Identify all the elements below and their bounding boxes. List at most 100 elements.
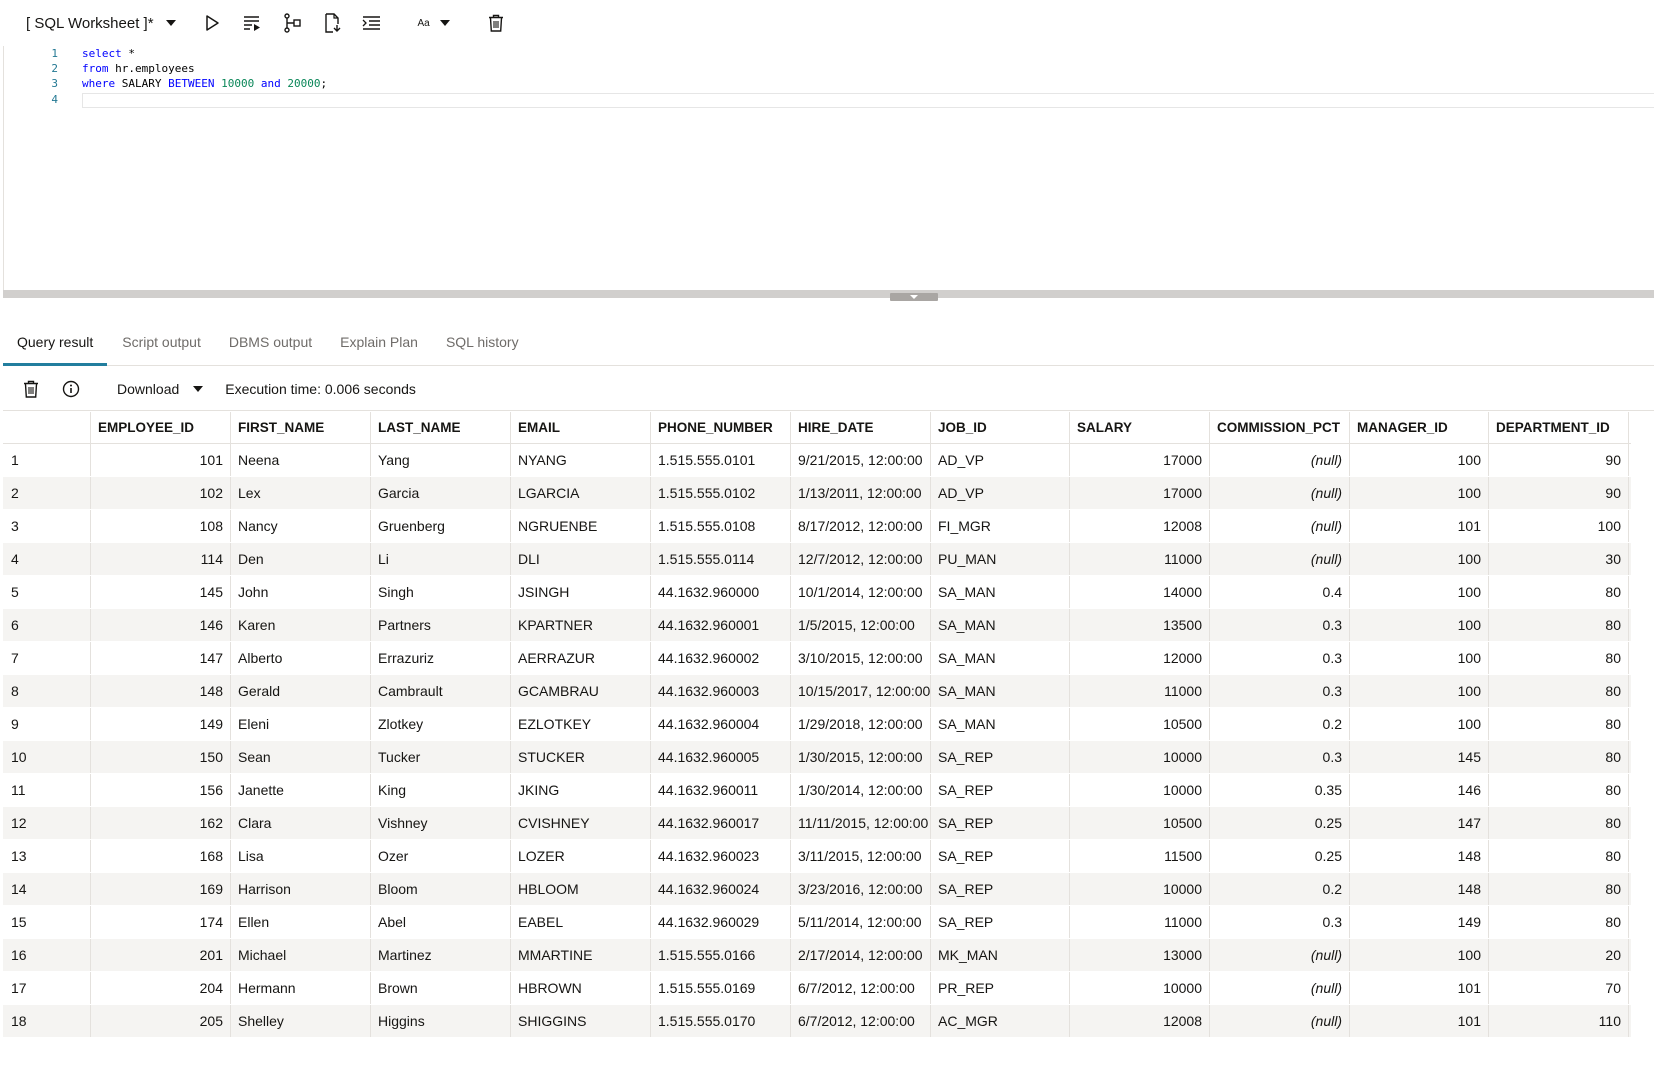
column-header-job-id[interactable]: JOB_ID — [931, 412, 1070, 443]
cell-email[interactable]: MMARTINE — [511, 939, 651, 971]
worksheet-selector[interactable]: [ SQL Worksheet ]* — [26, 8, 176, 38]
table-row[interactable]: 9 149 Eleni Zlotkey EZLOTKEY 44.1632.960004 1/… — [3, 708, 1631, 741]
cell-department-id[interactable]: 70 — [1489, 972, 1629, 1004]
cell-salary[interactable]: 10000 — [1070, 774, 1210, 806]
cell-last-name[interactable]: Ozer — [371, 840, 511, 872]
explain-plan-button[interactable] — [272, 7, 312, 39]
cell-commission-pct[interactable]: 0.3 — [1210, 741, 1350, 773]
cell-phone-number[interactable]: 1.515.555.0108 — [651, 510, 791, 542]
cell-email[interactable]: NGRUENBE — [511, 510, 651, 542]
row-number[interactable]: 9 — [3, 708, 91, 740]
cell-email[interactable]: GCAMBRAU — [511, 675, 651, 707]
cell-first-name[interactable]: Harrison — [231, 873, 371, 905]
cell-email[interactable]: STUCKER — [511, 741, 651, 773]
cell-email[interactable]: LGARCIA — [511, 477, 651, 509]
cell-phone-number[interactable]: 1.515.555.0101 — [651, 444, 791, 476]
cell-last-name[interactable]: Martinez — [371, 939, 511, 971]
cell-salary[interactable]: 11000 — [1070, 906, 1210, 938]
cell-commission-pct[interactable]: 0.25 — [1210, 807, 1350, 839]
tab-dbms-output[interactable]: DBMS output — [216, 326, 325, 366]
cell-last-name[interactable]: Cambrault — [371, 675, 511, 707]
cell-last-name[interactable]: Errazuriz — [371, 642, 511, 674]
cell-department-id[interactable]: 20 — [1489, 939, 1629, 971]
cell-commission-pct[interactable]: 0.2 — [1210, 873, 1350, 905]
cell-employee-id[interactable]: 149 — [91, 708, 231, 740]
table-row[interactable]: 12 162 Clara Vishney CVISHNEY 44.1632.960017 1… — [3, 807, 1631, 840]
cell-job-id[interactable]: FI_MGR — [931, 510, 1070, 542]
cell-phone-number[interactable]: 44.1632.960005 — [651, 741, 791, 773]
cell-job-id[interactable]: SA_REP — [931, 774, 1070, 806]
cell-hire-date[interactable]: 2/17/2014, 12:00:00 — [791, 939, 931, 971]
cell-last-name[interactable]: King — [371, 774, 511, 806]
cell-commission-pct[interactable]: 0.4 — [1210, 576, 1350, 608]
column-header-last-name[interactable]: LAST_NAME — [371, 412, 511, 443]
cell-hire-date[interactable]: 8/17/2012, 12:00:00 — [791, 510, 931, 542]
cell-email[interactable]: HBLOOM — [511, 873, 651, 905]
cell-email[interactable]: AERRAZUR — [511, 642, 651, 674]
row-number[interactable]: 8 — [3, 675, 91, 707]
table-row[interactable]: 1 101 Neena Yang NYANG 1.515.555.0101 9/21/201… — [3, 444, 1631, 477]
column-header-manager-id[interactable]: MANAGER_ID — [1350, 412, 1489, 443]
cell-department-id[interactable]: 80 — [1489, 807, 1629, 839]
column-header-email[interactable]: EMAIL — [511, 412, 651, 443]
cell-first-name[interactable]: Karen — [231, 609, 371, 641]
cell-hire-date[interactable]: 1/13/2011, 12:00:00 — [791, 477, 931, 509]
cell-email[interactable]: NYANG — [511, 444, 651, 476]
cell-first-name[interactable]: Clara — [231, 807, 371, 839]
cell-hire-date[interactable]: 6/7/2012, 12:00:00 — [791, 972, 931, 1004]
cell-first-name[interactable]: Shelley — [231, 1005, 371, 1037]
row-number[interactable]: 15 — [3, 906, 91, 938]
row-number[interactable]: 10 — [3, 741, 91, 773]
cell-hire-date[interactable]: 6/7/2012, 12:00:00 — [791, 1005, 931, 1037]
cell-employee-id[interactable]: 147 — [91, 642, 231, 674]
cell-phone-number[interactable]: 44.1632.960024 — [651, 873, 791, 905]
cell-first-name[interactable]: John — [231, 576, 371, 608]
run-statement-button[interactable] — [192, 7, 232, 39]
sql-editor[interactable]: 1 select * 2 from hr.employees 3 where S… — [3, 46, 1654, 290]
cell-hire-date[interactable]: 10/1/2014, 12:00:00 — [791, 576, 931, 608]
cell-department-id[interactable]: 90 — [1489, 444, 1629, 476]
cell-employee-id[interactable]: 114 — [91, 543, 231, 575]
row-number[interactable]: 2 — [3, 477, 91, 509]
cell-job-id[interactable]: PR_REP — [931, 972, 1070, 1004]
cell-first-name[interactable]: Gerald — [231, 675, 371, 707]
cell-department-id[interactable]: 80 — [1489, 576, 1629, 608]
cell-salary[interactable]: 10000 — [1070, 873, 1210, 905]
row-number[interactable]: 11 — [3, 774, 91, 806]
splitter-collapse-handle[interactable] — [890, 293, 938, 301]
cell-phone-number[interactable]: 44.1632.960002 — [651, 642, 791, 674]
cell-job-id[interactable]: SA_MAN — [931, 675, 1070, 707]
cell-employee-id[interactable]: 162 — [91, 807, 231, 839]
column-header-commission-pct[interactable]: COMMISSION_PCT — [1210, 412, 1350, 443]
cell-commission-pct[interactable]: 0.3 — [1210, 642, 1350, 674]
cell-salary[interactable]: 13500 — [1070, 609, 1210, 641]
cell-manager-id[interactable]: 149 — [1350, 906, 1489, 938]
cell-manager-id[interactable]: 101 — [1350, 1005, 1489, 1037]
cell-manager-id[interactable]: 100 — [1350, 477, 1489, 509]
cell-hire-date[interactable]: 1/29/2018, 12:00:00 — [791, 708, 931, 740]
cell-manager-id[interactable]: 100 — [1350, 939, 1489, 971]
row-number[interactable]: 1 — [3, 444, 91, 476]
cell-employee-id[interactable]: 204 — [91, 972, 231, 1004]
table-row[interactable]: 17 204 Hermann Brown HBROWN 1.515.555.0169 6/7… — [3, 972, 1631, 1005]
table-row[interactable]: 5 145 John Singh JSINGH 44.1632.960000 10/1/20… — [3, 576, 1631, 609]
row-number[interactable]: 14 — [3, 873, 91, 905]
cell-email[interactable]: CVISHNEY — [511, 807, 651, 839]
cell-phone-number[interactable]: 1.515.555.0166 — [651, 939, 791, 971]
cell-job-id[interactable]: SA_REP — [931, 873, 1070, 905]
row-number[interactable]: 3 — [3, 510, 91, 542]
run-script-button[interactable] — [232, 7, 272, 39]
table-row[interactable]: 15 174 Ellen Abel EABEL 44.1632.960029 5/11/20… — [3, 906, 1631, 939]
cell-email[interactable]: LOZER — [511, 840, 651, 872]
cell-job-id[interactable]: AD_VP — [931, 477, 1070, 509]
cell-phone-number[interactable]: 1.515.555.0169 — [651, 972, 791, 1004]
cell-salary[interactable]: 17000 — [1070, 477, 1210, 509]
cell-hire-date[interactable]: 1/30/2015, 12:00:00 — [791, 741, 931, 773]
table-row[interactable]: 7 147 Alberto Errazuriz AERRAZUR 44.1632.9600… — [3, 642, 1631, 675]
cell-first-name[interactable]: Den — [231, 543, 371, 575]
cell-phone-number[interactable]: 44.1632.960023 — [651, 840, 791, 872]
cell-manager-id[interactable]: 147 — [1350, 807, 1489, 839]
cell-email[interactable]: KPARTNER — [511, 609, 651, 641]
cell-phone-number[interactable]: 44.1632.960001 — [651, 609, 791, 641]
cell-first-name[interactable]: Lex — [231, 477, 371, 509]
